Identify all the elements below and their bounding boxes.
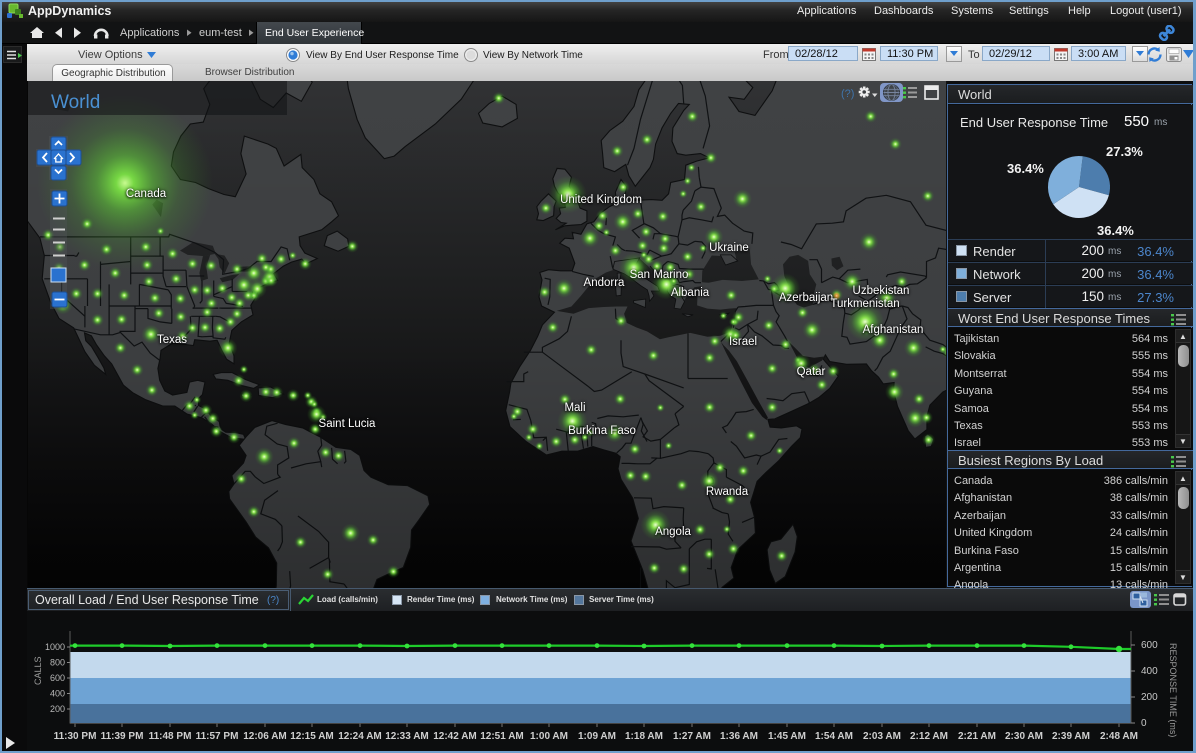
svg-text:12:51 AM: 12:51 AM [480, 731, 524, 742]
svg-text:0: 0 [1141, 718, 1147, 729]
svg-text:200: 200 [1141, 692, 1158, 703]
svg-text:36.4%: 36.4% [1097, 223, 1134, 238]
svg-text:Burkina Faso: Burkina Faso [568, 425, 636, 437]
svg-text:Saint Lucia: Saint Lucia [319, 418, 377, 430]
svg-text:12:42 AM: 12:42 AM [433, 731, 477, 742]
svg-text:(?): (?) [841, 88, 854, 100]
svg-text:2:12 AM: 2:12 AM [910, 731, 948, 742]
svg-text:12:06 AM: 12:06 AM [243, 731, 287, 742]
svg-text:CALLS: CALLS [33, 656, 43, 685]
svg-text:12:33 AM: 12:33 AM [385, 731, 429, 742]
svg-text:Ukraine: Ukraine [709, 242, 749, 254]
svg-text:2:03 AM: 2:03 AM [863, 731, 901, 742]
svg-text:United Kingdom: United Kingdom [560, 194, 642, 206]
svg-text:400: 400 [50, 689, 65, 699]
svg-text:1:00 AM: 1:00 AM [530, 731, 568, 742]
svg-text:2:48 AM: 2:48 AM [1100, 731, 1138, 742]
svg-text:Qatar: Qatar [797, 366, 826, 378]
svg-text:1:18 AM: 1:18 AM [625, 731, 663, 742]
svg-text:Israel: Israel [729, 336, 757, 348]
svg-text:11:57 PM: 11:57 PM [196, 731, 239, 742]
svg-text:RESPONSE TIME (ms): RESPONSE TIME (ms) [1168, 643, 1178, 737]
svg-text:12:24 AM: 12:24 AM [338, 731, 382, 742]
svg-text:Canada: Canada [126, 188, 167, 200]
svg-text:Uzbekistan: Uzbekistan [853, 285, 910, 297]
svg-text:1:27 AM: 1:27 AM [673, 731, 711, 742]
svg-text:Rwanda: Rwanda [706, 486, 749, 498]
svg-text:200: 200 [50, 704, 65, 714]
svg-text:2:30 AM: 2:30 AM [1005, 731, 1043, 742]
svg-text:11:48 PM: 11:48 PM [149, 731, 192, 742]
svg-text:Afghanistan: Afghanistan [863, 324, 924, 336]
svg-text:2:39 AM: 2:39 AM [1052, 731, 1090, 742]
svg-text:2:21 AM: 2:21 AM [958, 731, 996, 742]
svg-text:27.3%: 27.3% [1106, 144, 1143, 159]
svg-text:Albania: Albania [671, 287, 710, 299]
svg-text:Mali: Mali [564, 402, 585, 414]
svg-text:1:45 AM: 1:45 AM [768, 731, 806, 742]
svg-text:Angola: Angola [655, 526, 691, 538]
svg-text:400: 400 [1141, 666, 1158, 677]
svg-text:Andorra: Andorra [584, 277, 626, 289]
svg-text:San Marino: San Marino [630, 269, 689, 281]
svg-text:36.4%: 36.4% [1007, 161, 1044, 176]
svg-text:Azerbaijan: Azerbaijan [779, 292, 833, 304]
svg-text:Texas: Texas [157, 334, 187, 346]
svg-text:Turkmenistan: Turkmenistan [830, 298, 899, 310]
svg-text:800: 800 [50, 658, 65, 668]
svg-text:600: 600 [1141, 640, 1158, 651]
svg-text:1:54 AM: 1:54 AM [815, 731, 853, 742]
svg-text:12:15 AM: 12:15 AM [290, 731, 334, 742]
svg-text:600: 600 [50, 673, 65, 683]
svg-text:11:39 PM: 11:39 PM [101, 731, 144, 742]
svg-text:1000: 1000 [45, 642, 65, 652]
svg-text:11:30 PM: 11:30 PM [54, 731, 97, 742]
svg-text:World: World [51, 92, 100, 113]
svg-text:1:09 AM: 1:09 AM [578, 731, 616, 742]
svg-text:1:36 AM: 1:36 AM [720, 731, 758, 742]
